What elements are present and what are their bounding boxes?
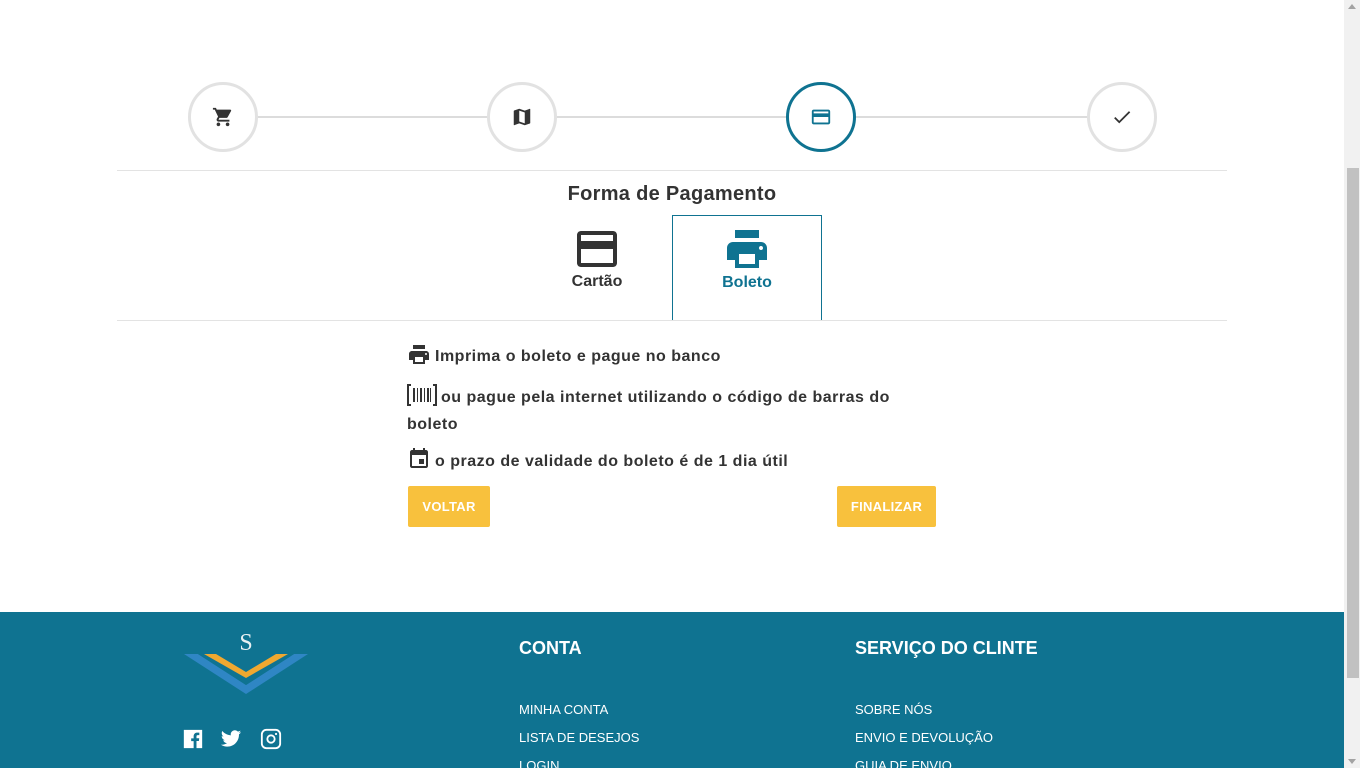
tab-boleto[interactable]: Boleto xyxy=(672,215,822,321)
footer-link-about[interactable]: SOBRE NÓS xyxy=(855,702,932,717)
step-confirm[interactable] xyxy=(1087,82,1157,152)
instagram-icon[interactable] xyxy=(260,728,282,750)
tab-boleto-label: Boleto xyxy=(722,274,772,291)
map-icon xyxy=(513,108,531,126)
footer-link-shipping-guide[interactable]: GUIA DE ENVIO xyxy=(855,758,952,768)
scroll-down-icon[interactable] xyxy=(1348,759,1356,764)
finish-button[interactable]: FINALIZAR xyxy=(837,486,936,527)
divider xyxy=(117,170,1227,171)
scroll-thumb[interactable] xyxy=(1347,168,1359,678)
footer-link-wishlist[interactable]: LISTA DE DESEJOS xyxy=(519,730,639,745)
checkmark-icon xyxy=(1114,111,1131,124)
info-barcode: ou pague pela internet utilizando o códi… xyxy=(407,383,927,438)
payment-title: Forma de Pagamento xyxy=(567,183,777,205)
barcode-icon xyxy=(407,384,437,406)
step-payment[interactable] xyxy=(786,82,856,152)
step-connector xyxy=(557,116,787,118)
credit-card-icon xyxy=(811,109,831,125)
footer-link-login[interactable]: LOGIN xyxy=(519,758,559,768)
printer-icon xyxy=(727,230,767,268)
footer-link-shipping-returns[interactable]: ENVIO E DEVOLUÇÃO xyxy=(855,730,993,745)
cart-icon xyxy=(212,107,232,127)
step-address[interactable] xyxy=(487,82,557,152)
scrollbar[interactable] xyxy=(1344,0,1360,768)
step-connector xyxy=(258,116,488,118)
tab-card-label: Cartão xyxy=(571,273,623,290)
info-barcode-text: ou pague pela internet utilizando o códi… xyxy=(407,389,890,433)
divider xyxy=(117,320,1227,321)
step-cart[interactable] xyxy=(188,82,258,152)
footer-link-my-account[interactable]: MINHA CONTA xyxy=(519,702,608,717)
logo-letter: S xyxy=(239,630,252,656)
credit-card-icon xyxy=(577,231,617,267)
checkout-stepper xyxy=(188,82,1157,152)
facebook-icon[interactable] xyxy=(182,728,204,750)
footer: S CONTA MINHA CONTA LISTA DE DESEJOS LOG… xyxy=(0,612,1344,768)
info-validity-text: o prazo de validade do boleto é de 1 dia… xyxy=(435,453,789,470)
info-print-text: Imprima o boleto e pague no banco xyxy=(435,348,721,365)
info-print: Imprima o boleto e pague no banco xyxy=(407,343,927,370)
footer-heading-service: SERVIÇO DO CLINTE xyxy=(855,638,1038,658)
back-button[interactable]: VOLTAR xyxy=(408,486,490,527)
printer-icon xyxy=(409,345,429,364)
calendar-icon xyxy=(410,448,428,468)
tab-card[interactable]: Cartão xyxy=(522,215,672,321)
step-connector xyxy=(856,116,1087,118)
footer-heading-account: CONTA xyxy=(519,638,582,658)
scroll-up-icon[interactable] xyxy=(1348,4,1356,9)
twitter-icon[interactable] xyxy=(220,728,242,750)
brand-logo[interactable]: S xyxy=(184,628,308,694)
info-validity: o prazo de validade do boleto é de 1 dia… xyxy=(407,447,927,475)
